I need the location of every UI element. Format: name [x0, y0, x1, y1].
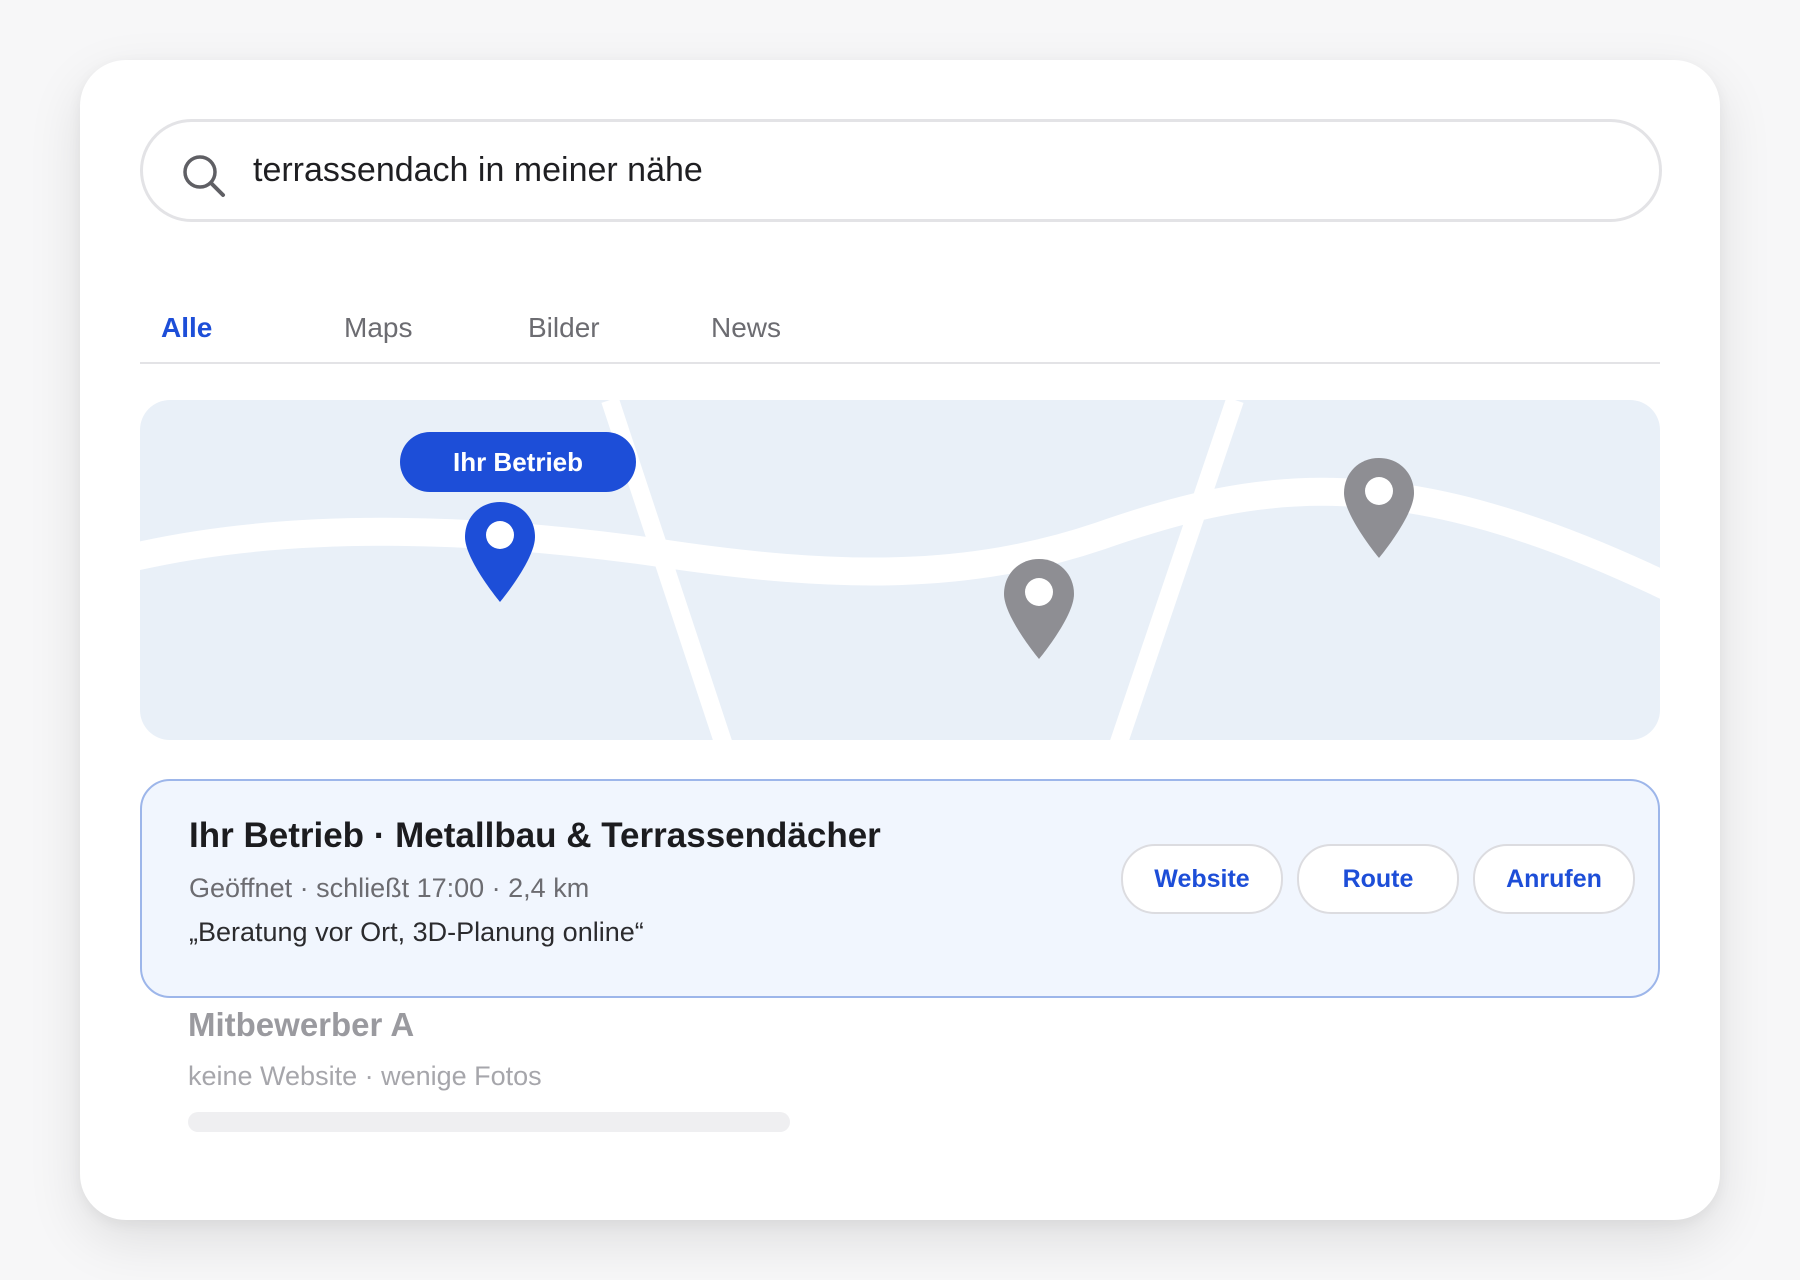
competitor-name[interactable]: Mitbewerber A	[188, 1006, 414, 1044]
skeleton-placeholder	[188, 1112, 790, 1132]
tab-bilder[interactable]: Bilder	[528, 312, 600, 344]
competitor-status: keine Website · wenige Fotos	[188, 1061, 542, 1091]
competitor-pin-icon[interactable]	[1342, 456, 1416, 565]
tab-alle[interactable]: Alle	[161, 312, 212, 344]
map-roads	[140, 400, 1660, 740]
business-status: Geöffnet · schließt 17:00 · 2,4 km	[189, 873, 590, 903]
your-business-badge[interactable]: Ihr Betrieb	[400, 432, 636, 492]
search-tabs: Alle Maps Bilder News	[140, 278, 1660, 364]
your-business-pin-icon[interactable]	[463, 500, 537, 609]
website-button[interactable]: Website	[1121, 844, 1283, 914]
search-bar[interactable]: terrassendach in meiner nähe	[140, 119, 1662, 222]
map-preview[interactable]: Ihr Betrieb	[140, 400, 1660, 740]
search-input[interactable]: terrassendach in meiner nähe	[253, 122, 703, 219]
search-results-card: terrassendach in meiner nähe Alle Maps B…	[80, 60, 1720, 1220]
business-name[interactable]: Ihr Betrieb · Metallbau & Terrassendäche…	[189, 816, 881, 856]
call-button[interactable]: Anrufen	[1473, 844, 1635, 914]
tab-news[interactable]: News	[711, 312, 781, 344]
business-description: „Beratung vor Ort, 3D-Planung online“	[189, 917, 644, 947]
route-button[interactable]: Route	[1297, 844, 1459, 914]
competitor-pin-icon[interactable]	[1002, 557, 1076, 666]
tab-maps[interactable]: Maps	[344, 312, 412, 344]
business-listing-card[interactable]: Ihr Betrieb · Metallbau & Terrassendäche…	[140, 779, 1660, 998]
search-icon	[179, 151, 229, 201]
